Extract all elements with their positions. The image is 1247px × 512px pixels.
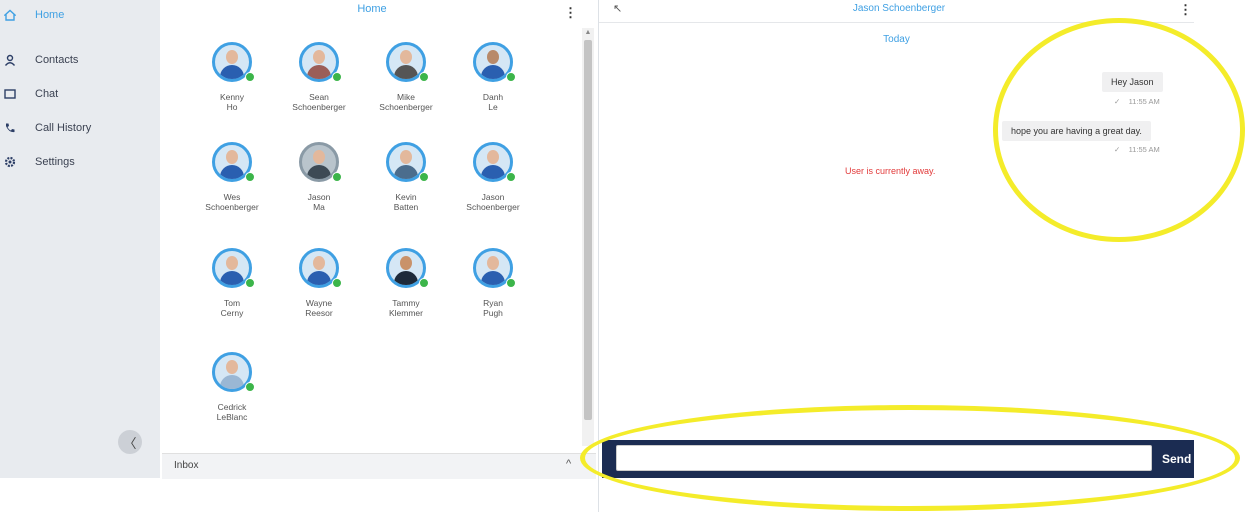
contact-name: Tom Cerny xyxy=(220,298,244,318)
contact-card[interactable]: Tammy Klemmer xyxy=(361,248,451,318)
sidebar-item-chat[interactable]: Chat xyxy=(0,81,160,107)
presence-online-icon xyxy=(332,172,342,182)
contact-name: Mike Schoenberger xyxy=(379,92,433,112)
presence-online-icon xyxy=(332,278,342,288)
contacts-panel: Home ⋮ ▲ Kenny Ho Sean Schoenberger Mike Sc… xyxy=(162,0,598,479)
inbox-bar[interactable]: Inbox ^ xyxy=(162,453,596,479)
sidebar-item-label: Home xyxy=(35,9,65,21)
presence-online-icon xyxy=(419,278,429,288)
contact-card[interactable]: Jason Ma xyxy=(274,142,364,212)
back-arrow-icon[interactable]: ↖ xyxy=(613,2,622,15)
inbox-label: Inbox xyxy=(174,460,199,471)
contact-card[interactable]: Kenny Ho xyxy=(187,42,277,112)
contact-card[interactable]: Kevin Batten xyxy=(361,142,451,212)
contact-name: Sean Schoenberger xyxy=(292,92,346,112)
presence-online-icon xyxy=(245,278,255,288)
contact-card[interactable]: Sean Schoenberger xyxy=(274,42,364,112)
presence-online-icon xyxy=(506,172,516,182)
message-input[interactable] xyxy=(616,445,1152,471)
contact-card[interactable]: Tom Cerny xyxy=(187,248,277,318)
sidebar-item-label: Chat xyxy=(35,88,59,100)
chat-title: Jason Schoenberger xyxy=(852,3,946,14)
presence-online-icon xyxy=(506,72,516,82)
sidebar-item-settings[interactable]: Settings xyxy=(0,149,160,175)
sidebar-item-contacts[interactable]: Contacts xyxy=(0,47,160,73)
contact-name: Ryan Pugh xyxy=(483,298,503,318)
presence-online-icon xyxy=(245,72,255,82)
presence-online-icon xyxy=(419,172,429,182)
chat-icon xyxy=(3,87,17,101)
scroll-up-icon[interactable]: ▲ xyxy=(584,29,592,36)
message-timestamp: ✓ 11:55 AM xyxy=(1114,97,1160,106)
contact-card[interactable]: Wayne Reesor xyxy=(274,248,364,318)
contact-name: Cedrick LeBlanc xyxy=(216,402,248,422)
contact-name: Danh Le xyxy=(482,92,504,112)
contact-name: Kevin Batten xyxy=(393,192,419,212)
sidebar-item-label: Contacts xyxy=(35,54,79,66)
presence-online-icon xyxy=(245,172,255,182)
sidebar-item-label: Call History xyxy=(35,122,92,134)
compose-bar: Send xyxy=(602,440,1194,478)
contact-card[interactable]: Ryan Pugh xyxy=(448,248,538,318)
contact-name: Jason Schoenberger xyxy=(466,192,520,212)
message-timestamp: ✓ 11:55 AM xyxy=(1114,145,1160,154)
presence-online-icon xyxy=(332,72,342,82)
scrollbar[interactable]: ▲ xyxy=(582,28,594,446)
sidebar-item-home[interactable]: Home xyxy=(0,2,160,28)
contact-card[interactable]: Cedrick LeBlanc xyxy=(187,352,277,422)
more-options-icon[interactable]: ⋮ xyxy=(564,5,577,21)
sidebar-item-label: Settings xyxy=(35,156,75,168)
chevron-left-icon: 〈 xyxy=(123,435,137,451)
chat-header: ↖ Jason Schoenberger ⋮ xyxy=(599,0,1194,23)
phone-icon xyxy=(3,121,17,135)
message-bubble: hope you are having a great day. xyxy=(1002,121,1151,141)
contact-name: Kenny Ho xyxy=(219,92,245,112)
presence-online-icon xyxy=(245,382,255,392)
contact-card[interactable]: Wes Schoenberger xyxy=(187,142,277,212)
away-status: User is currently away. xyxy=(845,166,936,176)
presence-online-icon xyxy=(506,278,516,288)
sidebar: Home Contacts Chat Call History Settings… xyxy=(0,0,160,478)
presence-online-icon xyxy=(419,72,429,82)
message-bubble: Hey Jason xyxy=(1102,72,1163,92)
check-icon: ✓ xyxy=(1114,97,1121,106)
contact-card[interactable]: Danh Le xyxy=(448,42,538,112)
contact-name: Tammy Klemmer xyxy=(388,298,423,318)
home-icon xyxy=(3,8,17,22)
check-icon: ✓ xyxy=(1114,145,1121,154)
chat-panel: ↖ Jason Schoenberger ⋮ Today Hey Jason ✓… xyxy=(598,0,1247,512)
send-button[interactable]: Send xyxy=(1162,446,1191,472)
scrollbar-thumb[interactable] xyxy=(584,40,592,420)
contact-card[interactable]: Mike Schoenberger xyxy=(361,42,451,112)
contact-card[interactable]: Jason Schoenberger xyxy=(448,142,538,212)
chevron-up-icon[interactable]: ^ xyxy=(566,458,571,470)
page-title: Home xyxy=(357,3,387,15)
gear-icon xyxy=(3,155,17,169)
more-options-icon[interactable]: ⋮ xyxy=(1179,2,1192,18)
contact-name: Wes Schoenberger xyxy=(205,192,259,212)
contact-name: Wayne Reesor xyxy=(305,298,333,318)
contact-name: Jason Ma xyxy=(307,192,331,212)
contacts-icon xyxy=(3,53,17,67)
collapse-sidebar-button[interactable]: 〈 xyxy=(118,430,142,454)
date-separator: Today xyxy=(883,34,910,45)
sidebar-item-call-history[interactable]: Call History xyxy=(0,115,160,141)
